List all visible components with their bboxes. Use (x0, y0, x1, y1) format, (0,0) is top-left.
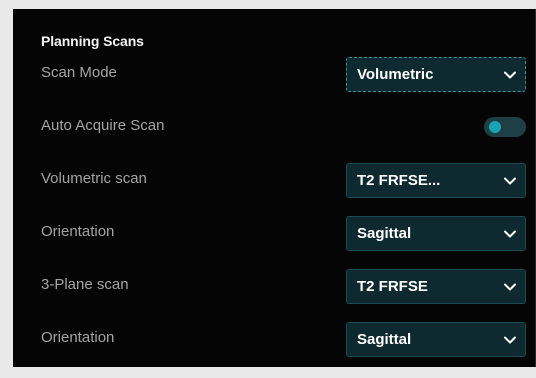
volumetric-scan-label: Volumetric scan (41, 170, 147, 187)
chevron-down-icon (504, 177, 516, 185)
three-plane-scan-value: T2 FRFSE (357, 278, 428, 295)
three-plane-scan-label: 3-Plane scan (41, 276, 129, 293)
scan-mode-label: Scan Mode (41, 64, 117, 81)
toggle-knob (489, 121, 501, 133)
chevron-down-icon (504, 71, 516, 79)
volumetric-orientation-value: Sagittal (357, 225, 412, 242)
section-title: Planning Scans (41, 33, 144, 49)
chevron-down-icon (504, 336, 516, 344)
scan-mode-dropdown[interactable]: Volumetric (346, 57, 526, 92)
three-plane-orientation-value: Sagittal (357, 331, 412, 348)
chevron-down-icon (504, 230, 516, 238)
three-plane-orientation-label: Orientation (41, 329, 115, 346)
volumetric-orientation-label: Orientation (41, 223, 115, 240)
three-plane-orientation-dropdown[interactable]: Sagittal (346, 322, 526, 357)
chevron-down-icon (504, 283, 516, 291)
three-plane-scan-dropdown[interactable]: T2 FRFSE (346, 269, 526, 304)
auto-acquire-scan-label: Auto Acquire Scan (41, 117, 165, 134)
auto-acquire-scan-toggle[interactable] (484, 117, 526, 137)
scan-mode-value: Volumetric (357, 66, 434, 83)
volumetric-orientation-dropdown[interactable]: Sagittal (346, 216, 526, 251)
volumetric-scan-value: T2 FRFSE... (357, 172, 441, 189)
volumetric-scan-dropdown[interactable]: T2 FRFSE... (346, 163, 526, 198)
